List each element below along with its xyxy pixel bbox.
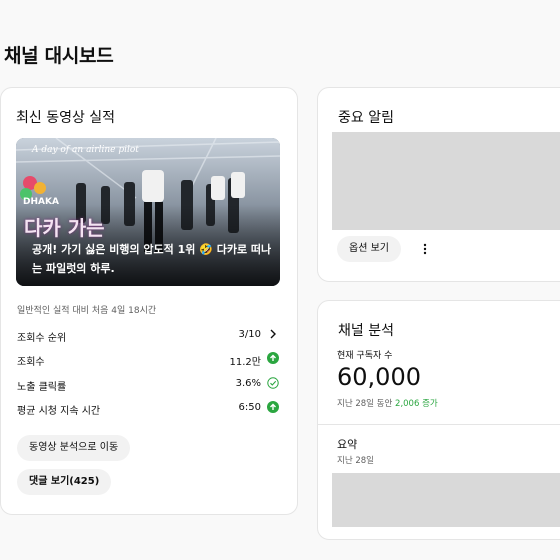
metric-value: 11.2만 bbox=[229, 357, 261, 368]
view-options-button[interactable]: 옵션 보기 bbox=[337, 236, 401, 262]
subscribers-value: 60,000 bbox=[337, 363, 421, 391]
divider bbox=[318, 424, 560, 425]
change-period: 지난 28일 동안 bbox=[337, 399, 393, 409]
compare-note: 일반적인 실적 대비 처음 4일 18시간 bbox=[17, 306, 157, 316]
thumbnail-caption: 공개! 가기 싫은 비행의 압도적 1위 🤣 다카로 떠나는 파일럿의 하루. bbox=[32, 243, 272, 275]
more-vert-icon[interactable] bbox=[420, 240, 430, 258]
summary-title: 요약 bbox=[337, 438, 358, 451]
summary-period: 지난 28일 bbox=[337, 456, 374, 466]
thumbnail-script-text: A day of an airline pilot bbox=[32, 145, 139, 155]
metric-row-views: 조회수 11.2만 bbox=[17, 352, 283, 373]
alert-image-placeholder bbox=[332, 132, 560, 230]
alerts-title: 중요 알림 bbox=[338, 110, 394, 126]
thumbnail-tag: DHAKA bbox=[23, 197, 59, 207]
metric-label: 평균 시청 지속 시간 bbox=[17, 406, 101, 417]
metric-value: 3/10 bbox=[238, 329, 261, 340]
metric-value: 6:50 bbox=[238, 402, 261, 413]
subscribers-change: 지난 28일 동안 2,006 증가 bbox=[337, 397, 438, 409]
video-thumbnail[interactable]: A day of an airline pilot DHAKA 다카 가는 공개… bbox=[16, 138, 280, 286]
metric-value: 3.6% bbox=[235, 378, 261, 389]
view-comments-button[interactable]: 댓글 보기(425) bbox=[17, 469, 112, 495]
metric-row-avg-duration: 평균 시청 지속 시간 6:50 bbox=[17, 401, 283, 422]
latest-video-title: 최신 동영상 실적 bbox=[16, 110, 116, 126]
chevron-right-icon bbox=[270, 329, 276, 339]
subscribers-label: 현재 구독자 수 bbox=[337, 351, 393, 361]
change-value: 2,006 증가 bbox=[395, 399, 438, 409]
metric-row-rank[interactable]: 조회수 순위 3/10 bbox=[17, 329, 283, 349]
channel-analytics-card: 채널 분석 현재 구독자 수 60,000 지난 28일 동안 2,006 증가… bbox=[317, 300, 560, 540]
latest-video-card: 최신 동영상 실적 A day of an airline pilot DHAK… bbox=[0, 87, 298, 515]
metric-label: 노출 클릭률 bbox=[17, 382, 67, 393]
page-title: 채널 대시보드 bbox=[4, 45, 114, 67]
thumbnail-big-text: 다카 가는 bbox=[24, 216, 105, 240]
metric-label: 조회수 bbox=[17, 357, 45, 368]
summary-chart-placeholder bbox=[332, 473, 560, 527]
metric-label: 조회수 순위 bbox=[17, 333, 67, 344]
alerts-card: 중요 알림 옵션 보기 bbox=[317, 87, 560, 282]
arrow-up-green-icon bbox=[267, 352, 279, 364]
metric-row-ctr: 노출 클릭률 3.6% bbox=[17, 377, 283, 398]
channel-analytics-title: 채널 분석 bbox=[338, 323, 394, 339]
video-analytics-button[interactable]: 동영상 분석으로 이동 bbox=[17, 435, 131, 461]
check-circle-icon bbox=[267, 377, 279, 389]
arrow-up-green-icon bbox=[267, 401, 279, 413]
